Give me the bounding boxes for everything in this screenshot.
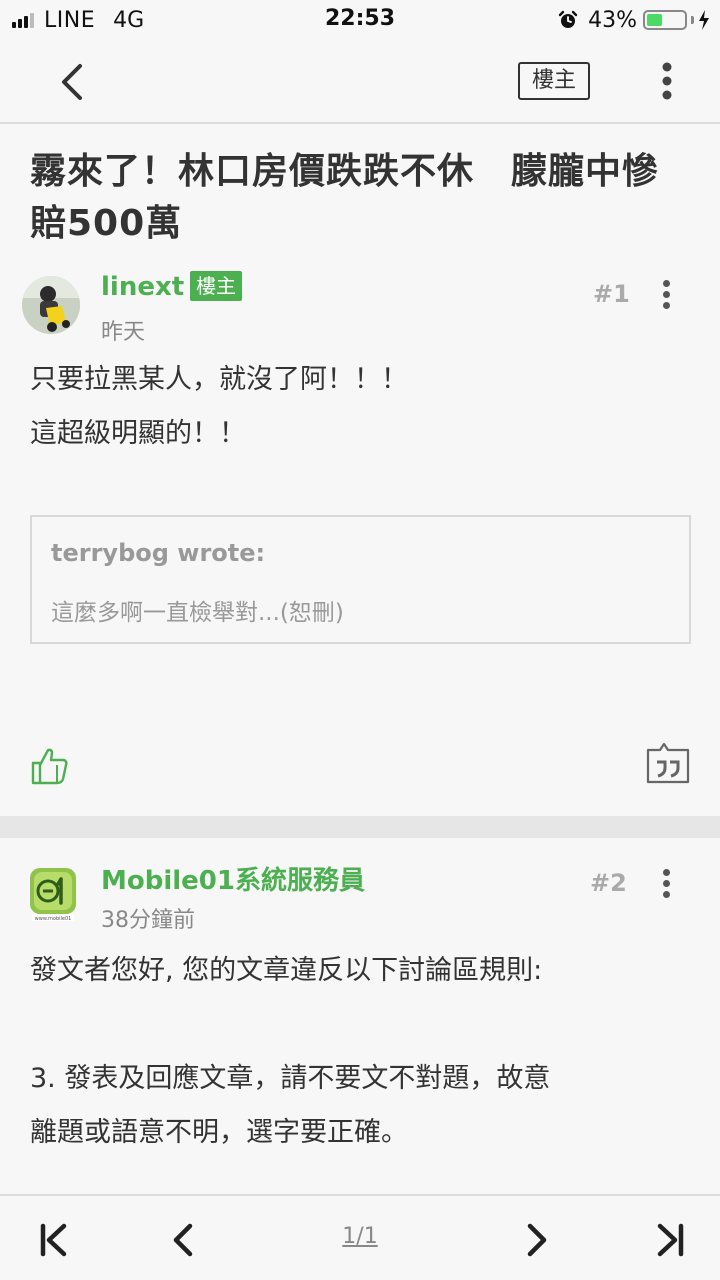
alarm-icon — [558, 10, 578, 28]
post-2-line-4: 離題或語意不明，選字要正確。 — [30, 1117, 408, 1148]
prev-page-icon[interactable] — [164, 1220, 204, 1260]
post-1-floor: #1 — [593, 280, 630, 308]
like-button[interactable] — [30, 746, 70, 786]
post-1-username[interactable]: linext — [101, 272, 184, 302]
vertical-dots-icon[interactable] — [650, 60, 684, 104]
back-button[interactable] — [50, 60, 94, 104]
post-2-line-1: 發文者您好, 您的文章違反以下討論區規則: — [30, 955, 543, 986]
post-2-body: 發文者您好, 您的文章違反以下討論區規則: 3. 發表及回應文章，請不要文不對題… — [30, 944, 690, 1160]
post-2-time: 38分鐘前 — [101, 908, 195, 933]
battery-percent: 43% — [588, 7, 637, 33]
next-page-icon[interactable] — [516, 1220, 556, 1260]
post-2-floor: #2 — [590, 869, 627, 897]
thread-title: 霧來了！林口房價跌跌不休 朦朧中慘賠500萬 — [30, 151, 660, 244]
battery-level — [647, 14, 662, 26]
status-right: 43% — [558, 6, 710, 34]
page-indicator[interactable]: 1/1 — [320, 1224, 400, 1249]
nav-bar: 樓主 — [0, 40, 720, 124]
pager-bar: 1/1 — [0, 1194, 720, 1280]
avatar[interactable] — [22, 276, 80, 334]
post-1-line-1: 只要拉黑某人，就沒了阿！！！ — [30, 364, 408, 395]
svg-text:www.mobile01: www.mobile01 — [35, 916, 72, 922]
quote-text: 這麼多啊一直檢舉對...(恕刪) — [51, 600, 344, 626]
post-2-line-2 — [30, 998, 690, 1052]
first-page-icon[interactable] — [34, 1220, 74, 1260]
post-1-owner-badge: 樓主 — [190, 271, 242, 301]
owner-only-button[interactable]: 樓主 — [518, 62, 590, 100]
user-photo-icon — [22, 276, 80, 334]
status-bar: LINE 4G 22:53 43% — [0, 0, 720, 40]
post-1-more-icon[interactable] — [656, 280, 676, 312]
charging-icon — [699, 10, 709, 30]
quote-block: terrybog wrote: 這麼多啊一直檢舉對...(恕刪) — [30, 515, 691, 644]
post-1-body: 只要拉黑某人，就沒了阿！！！ 這超級明顯的！！ — [30, 353, 690, 461]
post-2-line-3: 3. 發表及回應文章，請不要文不對題，故意 — [30, 1063, 551, 1094]
last-page-icon[interactable] — [650, 1220, 690, 1260]
battery-icon — [643, 10, 687, 30]
post-separator — [0, 816, 720, 838]
post-1-line-2: 這超級明顯的！！ — [30, 418, 246, 449]
post-1-time: 昨天 — [101, 320, 146, 345]
post-2-username[interactable]: Mobile01系統服務員 — [101, 860, 365, 897]
quote-reply-button[interactable] — [646, 742, 690, 784]
quote-author: terrybog wrote: — [51, 539, 266, 567]
battery-tip — [691, 16, 694, 24]
mobile01-logo-icon[interactable]: www.mobile01 — [28, 866, 78, 922]
post-2-more-icon[interactable] — [656, 869, 676, 901]
